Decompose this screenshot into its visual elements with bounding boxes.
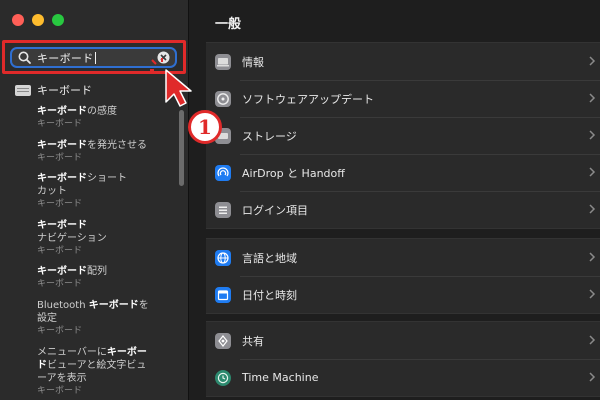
search-result[interactable]: キーボードショート カット キーボード xyxy=(37,172,127,211)
keyboard-icon xyxy=(15,84,31,96)
row-label: Time Machine xyxy=(242,371,319,384)
settings-group-locale: 言語と地域 日付と時刻 xyxy=(206,238,600,314)
row-label: 共有 xyxy=(242,334,264,348)
zoom-window-button[interactable] xyxy=(52,14,64,26)
chevron-right-icon xyxy=(589,167,596,177)
settings-row-language-region[interactable]: 言語と地域 xyxy=(206,239,600,276)
row-label: AirDrop と Handoff xyxy=(242,166,345,180)
sidebar-scrollbar[interactable] xyxy=(179,110,184,186)
settings-row-login-items[interactable]: ログイン項目 xyxy=(206,191,600,228)
row-label: 言語と地域 xyxy=(242,251,297,265)
settings-row-time-machine[interactable]: Time Machine xyxy=(206,359,600,396)
settings-row-airdrop-handoff[interactable]: AirDrop と Handoff xyxy=(206,154,600,191)
settings-row-date-time[interactable]: 日付と時刻 xyxy=(206,276,600,313)
chevron-right-icon xyxy=(589,93,596,103)
chevron-right-icon xyxy=(589,252,596,262)
settings-row-sharing[interactable]: 共有 xyxy=(206,322,600,359)
search-result[interactable]: キーボード配列 キーボード xyxy=(37,265,107,291)
step-number-badge: 1 xyxy=(188,110,222,144)
globe-icon xyxy=(215,249,231,266)
time-machine-icon xyxy=(215,369,231,386)
search-icon xyxy=(18,51,31,64)
close-window-button[interactable] xyxy=(12,14,24,26)
sidebar-item-keyboard[interactable]: キーボード xyxy=(15,82,92,98)
settings-group-sharing: 共有 Time Machine xyxy=(206,321,600,397)
chevron-right-icon xyxy=(589,335,596,345)
row-label: 情報 xyxy=(242,55,264,69)
search-result[interactable]: メニューバーにキーボー ドビューアと絵文字ビュ ーアを表示 キーボード xyxy=(37,346,147,398)
page-title: 一般 xyxy=(215,17,242,32)
info-laptop-icon xyxy=(215,53,231,70)
chevron-right-icon xyxy=(589,130,596,140)
sharing-icon xyxy=(215,332,231,349)
settings-row-software-update[interactable]: ソフトウェアアップデート xyxy=(206,80,600,117)
airdrop-icon xyxy=(215,164,231,181)
chevron-right-icon xyxy=(589,56,596,66)
row-label: ストレージ xyxy=(242,129,297,143)
search-result[interactable]: キーボードの感度 キーボード xyxy=(37,105,117,131)
row-label: ソフトウェアアップデート xyxy=(242,92,374,106)
settings-row-about[interactable]: 情報 xyxy=(206,43,600,80)
settings-row-storage[interactable]: ストレージ xyxy=(206,117,600,154)
search-result[interactable]: Bluetooth キーボードを 設定 キーボード xyxy=(37,299,149,338)
row-label: ログイン項目 xyxy=(242,203,308,217)
login-items-icon xyxy=(215,201,231,218)
software-update-icon xyxy=(215,90,231,107)
pointer-arrow-icon xyxy=(150,58,192,107)
window-controls xyxy=(12,14,64,26)
row-label: 日付と時刻 xyxy=(242,288,297,302)
search-result[interactable]: キーボード ナビゲーション キーボード xyxy=(37,219,107,258)
sidebar-item-label: キーボード xyxy=(37,84,92,97)
minimize-window-button[interactable] xyxy=(32,14,44,26)
chevron-right-icon xyxy=(589,204,596,214)
search-result[interactable]: キーボードを発光させる キーボード xyxy=(37,139,147,165)
search-input[interactable]: キーボード xyxy=(37,50,94,66)
settings-group-general: 情報 ソフトウェアアップデート ストレージ AirDrop と Handoff … xyxy=(206,42,600,229)
chevron-right-icon xyxy=(589,372,596,382)
chevron-right-icon xyxy=(589,289,596,299)
text-caret xyxy=(94,51,96,64)
calendar-icon xyxy=(215,286,231,303)
